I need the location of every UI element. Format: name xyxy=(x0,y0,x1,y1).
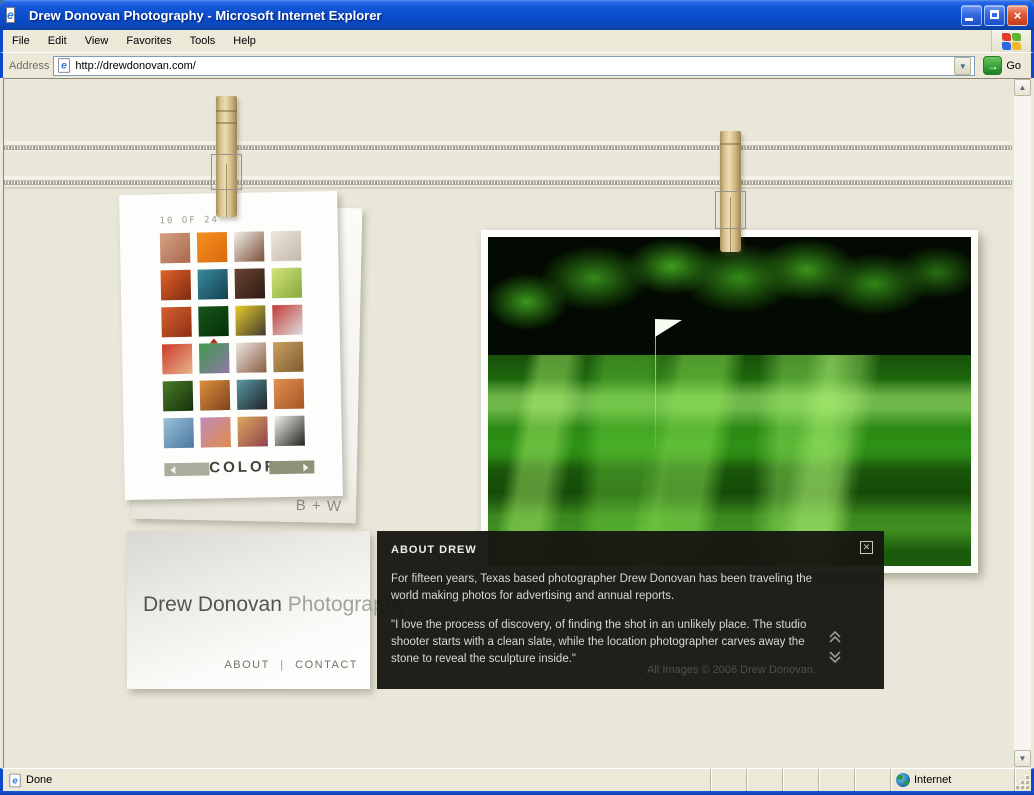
clothespin-left xyxy=(210,96,244,217)
ie-status-icon: e xyxy=(9,773,20,787)
menu-item-view[interactable]: View xyxy=(76,32,118,50)
thumbnail-desert-truck[interactable] xyxy=(200,380,231,411)
address-label: Address xyxy=(9,60,49,72)
title-bar[interactable]: e Drew Donovan Photography - Microsoft I… xyxy=(0,0,1034,30)
scroll-up-icon[interactable] xyxy=(828,631,842,643)
thumbnail-golf-flag-night[interactable] xyxy=(198,306,229,337)
scroll-up-button[interactable]: ▲ xyxy=(1014,79,1031,96)
about-link[interactable]: ABOUT xyxy=(224,659,269,671)
status-pane xyxy=(747,769,783,791)
security-zone-pane: Internet xyxy=(891,769,1015,791)
thumbnail-red-hat-man[interactable] xyxy=(161,307,192,338)
ie-page-icon: e xyxy=(6,6,24,24)
clothespin-right xyxy=(714,131,747,252)
logo-nav: ABOUT | CONTACT xyxy=(224,659,358,671)
thumbnail-yellow-hardhat-man[interactable] xyxy=(235,305,266,336)
prev-category-button[interactable] xyxy=(164,462,209,476)
address-bar: Address e http://drewdonovan.com/ ▼ → Go xyxy=(0,52,1034,78)
go-button[interactable]: → Go xyxy=(979,56,1025,75)
status-pane xyxy=(711,769,747,791)
vertical-scrollbar[interactable]: ▲ ▼ xyxy=(1014,79,1031,767)
thumbnail-bride-in-white[interactable] xyxy=(271,231,302,262)
windows-flag-icon xyxy=(1002,33,1021,50)
menu-item-help[interactable]: Help xyxy=(224,32,265,50)
thumbnail-arms-raised-silhouette[interactable] xyxy=(274,416,305,447)
thumbnail-smiling-face[interactable] xyxy=(235,268,266,299)
logo-card: Drew Donovan Photography ABOUT | CONTACT xyxy=(127,531,370,689)
thumbnail-red-white-architecture[interactable] xyxy=(272,305,303,336)
windows-logo xyxy=(991,30,1031,52)
site-logo: Drew Donovan Photography xyxy=(143,593,407,617)
menu-item-favorites[interactable]: Favorites xyxy=(117,32,180,50)
about-panel: ABOUT DREW ✕ For fifteen years, Texas ba… xyxy=(377,531,884,689)
status-message: Done xyxy=(26,774,52,786)
go-arrow-icon: → xyxy=(983,56,1002,75)
thumbnail-man-leaning[interactable] xyxy=(234,231,265,262)
internet-globe-icon xyxy=(896,773,910,787)
thumbnail-orange-worker[interactable] xyxy=(161,270,192,301)
contact-link[interactable]: CONTACT xyxy=(295,659,358,671)
flag-pole xyxy=(655,329,656,451)
next-category-button[interactable] xyxy=(269,460,314,474)
close-button[interactable]: × xyxy=(1007,5,1028,26)
thumbnail-colorful-torso[interactable] xyxy=(237,416,268,447)
copyright-notice: All Images © 2006 Drew Donovan. xyxy=(647,664,816,676)
address-url[interactable]: http://drewdonovan.com/ xyxy=(75,60,950,72)
browser-viewport: B + W 10 OF 24 COLOR xyxy=(3,78,1031,768)
zone-label: Internet xyxy=(914,774,951,786)
thumbnail-lips-closeup[interactable] xyxy=(160,233,191,264)
thumbnail-figure-on-teal[interactable] xyxy=(237,379,268,410)
address-input[interactable]: e http://drewdonovan.com/ ▼ xyxy=(53,56,975,76)
status-bar: e Done Internet xyxy=(0,768,1034,791)
ie-favicon: e xyxy=(58,58,70,72)
address-dropdown-button[interactable]: ▼ xyxy=(954,57,971,75)
hero-photo-card xyxy=(481,230,978,573)
category-label: COLOR xyxy=(209,458,269,476)
thumbnail-water-tower-sky[interactable] xyxy=(163,418,194,449)
thumbnail-teal-abstract-figure[interactable] xyxy=(198,269,229,300)
maximize-button[interactable] xyxy=(984,5,1005,26)
status-pane xyxy=(855,769,891,791)
status-pane xyxy=(783,769,819,791)
bw-category-label[interactable]: B + W xyxy=(296,497,343,515)
thumbnail-climber-green-purple[interactable] xyxy=(199,343,230,374)
about-text: For fifteen years, Texas based photograp… xyxy=(391,571,819,668)
thumbnail-red-shirt-man[interactable] xyxy=(162,344,193,375)
color-gallery-card: 10 OF 24 COLOR xyxy=(119,191,343,500)
status-message-pane: e Done xyxy=(3,769,711,791)
thumbnail-green-glass-lines[interactable] xyxy=(272,268,303,299)
status-pane xyxy=(819,769,855,791)
minimize-button[interactable] xyxy=(961,5,982,26)
menu-bar-items: FileEditViewFavoritesToolsHelp xyxy=(3,30,991,52)
thumbnail-purple-orange-dune[interactable] xyxy=(200,417,231,448)
menu-bar: FileEditViewFavoritesToolsHelp xyxy=(0,30,1034,52)
thumbnail-stretching-torso[interactable] xyxy=(236,342,267,373)
clothesline-wire-top xyxy=(4,141,1012,155)
thumbnail-orange-suit[interactable] xyxy=(197,232,228,263)
resize-grip[interactable] xyxy=(1015,769,1031,791)
golf-flag xyxy=(655,319,682,337)
thumbnail-wooden-beams[interactable] xyxy=(273,342,304,373)
category-nav: COLOR xyxy=(164,459,314,477)
menu-item-edit[interactable]: Edit xyxy=(39,32,76,50)
page-content: B + W 10 OF 24 COLOR xyxy=(4,79,1012,767)
thumbnail-orange-detail[interactable] xyxy=(274,379,305,410)
browser-window: e Drew Donovan Photography - Microsoft I… xyxy=(0,0,1034,795)
hero-photo-golf-course xyxy=(488,237,971,566)
about-scroll-controls xyxy=(828,631,844,671)
thumbnail-grid xyxy=(160,231,308,449)
menu-item-tools[interactable]: Tools xyxy=(181,32,225,50)
about-panel-title: ABOUT DREW xyxy=(391,544,477,556)
clothesline-wire-bottom xyxy=(4,176,1012,190)
scroll-down-icon[interactable] xyxy=(828,651,842,663)
window-border xyxy=(0,791,1034,795)
window-title: Drew Donovan Photography - Microsoft Int… xyxy=(29,8,961,23)
scroll-down-button[interactable]: ▼ xyxy=(1014,750,1031,767)
about-close-icon[interactable]: ✕ xyxy=(860,541,873,554)
menu-item-file[interactable]: File xyxy=(3,32,39,50)
thumbnail-green-hillside[interactable] xyxy=(163,381,194,412)
